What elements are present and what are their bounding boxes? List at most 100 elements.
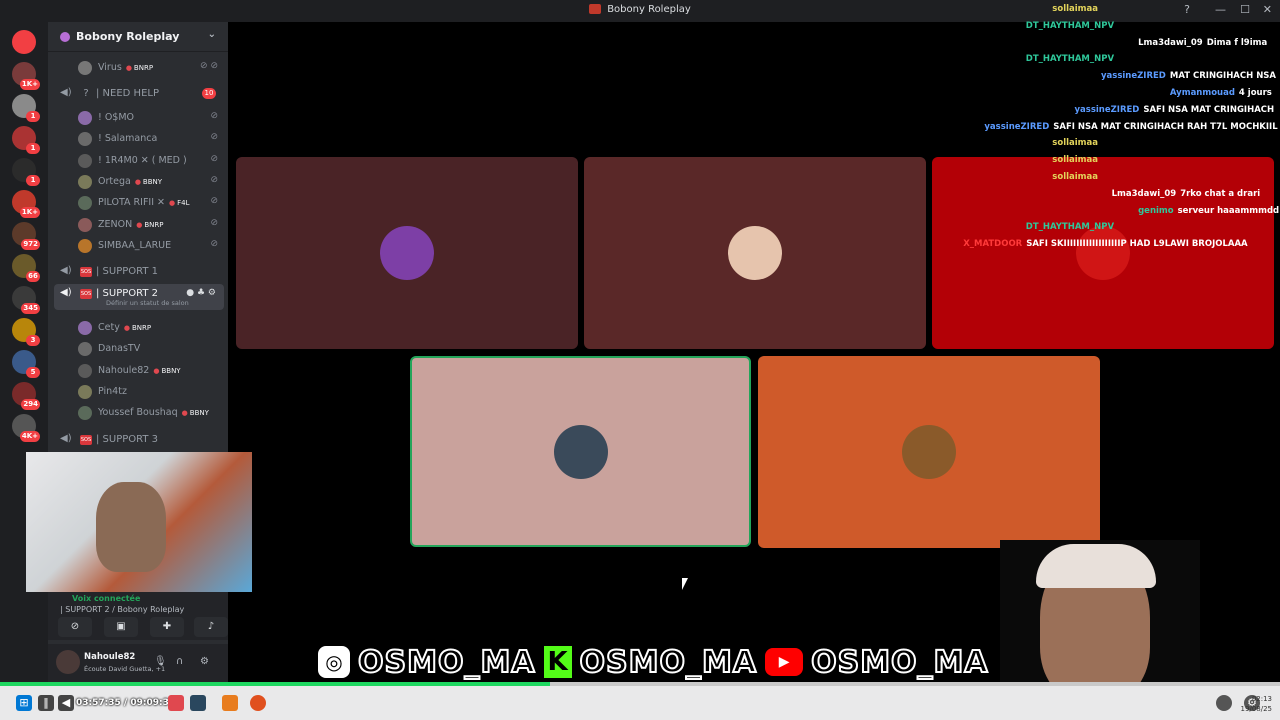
pause-icon[interactable]: ‖ <box>38 695 54 711</box>
microphone-icon[interactable]: 🎙 <box>154 656 167 667</box>
steam-icon[interactable] <box>190 695 206 711</box>
voice-channel-support-1[interactable]: ◀) SOS | SUPPORT 1 <box>48 262 228 282</box>
voice-tile[interactable] <box>758 356 1100 548</box>
instagram-icon: ◎ <box>318 646 350 678</box>
server-icon[interactable]: 1K+ <box>12 62 40 90</box>
chevron-down-icon[interactable]: ⌄ <box>208 29 216 40</box>
voice-tile[interactable] <box>584 157 926 349</box>
chat-username: Lma3dawi_09 <box>1138 37 1203 48</box>
server-icon[interactable]: 1 <box>12 158 40 186</box>
voice-member[interactable]: ! 1R4M0 ✕ ( MED ) ⊘ <box>48 151 228 171</box>
avatar <box>78 132 92 147</box>
server-icon[interactable]: 345 <box>12 286 40 314</box>
server-icon[interactable]: 1 <box>12 94 40 122</box>
chat-username: yassineZIRED <box>984 121 1050 132</box>
server-icon[interactable]: 4K+ <box>12 414 40 442</box>
avatar <box>78 196 92 211</box>
member-name: DanasTV <box>98 343 141 355</box>
avatar <box>78 153 92 168</box>
speaker-icon: ◀) <box>60 433 72 444</box>
volume-icon[interactable]: ◀ <box>58 695 74 711</box>
server-icon[interactable]: 5 <box>12 350 40 378</box>
guild-header[interactable]: Bobony Roleplay ⌄ <box>48 22 228 52</box>
webcam-person <box>96 482 166 572</box>
chat-message: genimo serveur haaammmdd <box>960 206 1279 222</box>
server-icon[interactable]: 1K+ <box>12 190 40 218</box>
member-tag: BBNY <box>135 178 162 186</box>
muted-icon: ⊘ <box>210 196 218 207</box>
avatar <box>78 217 92 232</box>
chat-message: DT_HAYTHAM_NPV <box>960 54 1276 70</box>
chat-username: Lma3dawi_09 <box>1111 188 1177 199</box>
voice-member[interactable]: Pin4tz <box>48 382 228 402</box>
server-icon[interactable]: 3 <box>12 318 40 346</box>
voice-member[interactable]: ZENONBNRP ⊘ <box>48 215 228 235</box>
app-icon[interactable] <box>168 695 184 711</box>
tray-icon[interactable] <box>1216 695 1232 711</box>
kick-handle: OSMO_MA <box>579 644 758 681</box>
member-name: SIMBAA_LARUE <box>98 239 172 251</box>
screen-share-button[interactable]: ▣ <box>104 617 138 637</box>
webcam-cap <box>1036 544 1156 588</box>
channel-status[interactable]: Définir un statut de salon <box>106 299 189 307</box>
voice-channel-need-help[interactable]: ◀) ? | NEED HELP 10 <box>48 84 228 104</box>
speaker-icon: ◀) <box>60 287 72 298</box>
chat-username: sollaimaa <box>1052 172 1099 182</box>
chat-message: Lma3dawi_09 7rko chat a drari <box>960 189 1276 205</box>
voice-member[interactable]: DanasTV <box>48 339 228 359</box>
notification-badge: 294 <box>21 399 40 410</box>
camera-off-button[interactable]: ⊘ <box>58 617 92 637</box>
app-icon[interactable] <box>222 695 238 711</box>
settings-icon[interactable]: ⚙ <box>200 656 209 667</box>
user-count-badge: 10 <box>202 88 216 99</box>
voice-channel-support-2[interactable]: ◀) SOS | SUPPORT 2 Définir un statut de … <box>54 284 224 310</box>
server-icon[interactable]: 1 <box>12 126 40 154</box>
avatar[interactable] <box>56 650 80 674</box>
direct-messages-icon[interactable] <box>12 30 36 54</box>
channel-actions-icon[interactable]: ● ♣ ⚙ <box>186 288 216 298</box>
social-banner: ◎ OSMO_MA K OSMO_MA ▶ OSMO_MA <box>318 643 989 681</box>
voice-member[interactable]: ! Salamanca ⊘ <box>48 129 228 149</box>
app-icon[interactable] <box>250 695 266 711</box>
voice-member[interactable]: PILOTA RIFII ✕ F4L ⊘ <box>48 193 228 213</box>
soundboard-button[interactable]: ♪ <box>194 617 228 637</box>
server-icon[interactable]: 66 <box>12 254 40 282</box>
chat-username: sollaimaa <box>1052 155 1099 166</box>
guild-icon <box>60 32 70 42</box>
chat-message: sollaimaa <box>960 155 1276 171</box>
server-icon[interactable]: 294 <box>12 382 40 410</box>
notification-badge: 345 <box>21 303 40 314</box>
avatar <box>78 174 92 189</box>
activity-button[interactable]: ✚ <box>150 617 184 637</box>
deafened-icon: ⊘ ⊘ <box>200 61 218 71</box>
chat-message: X_MATDOOR SAFI SKIIIIIIIIIIIIIIIIIIP HAD … <box>960 239 1276 255</box>
voice-member[interactable]: SIMBAA_LARUE ⊘ <box>48 236 228 256</box>
member-name: Youssef Boushaq <box>98 407 178 419</box>
voice-tile[interactable] <box>236 157 578 349</box>
voice-location[interactable]: | SUPPORT 2 / Bobony Roleplay <box>60 605 184 614</box>
voice-member[interactable]: VirusBNRP ⊘ ⊘ <box>48 58 228 78</box>
start-icon[interactable]: ⊞ <box>16 695 32 711</box>
voice-member[interactable]: Ortega BBNY ⊘ <box>48 172 228 192</box>
avatar <box>728 226 782 280</box>
kick-icon: K <box>543 646 572 678</box>
username: Nahoule82 <box>84 652 136 662</box>
voice-member[interactable]: Cety BNRP <box>48 318 228 338</box>
chat-message: Lma3dawi_09 Dima f l9ima <box>960 38 1276 54</box>
elapsed-time: 03:57:35 / 09:09:32 <box>76 698 176 708</box>
headphones-icon[interactable]: ∩ <box>176 656 183 667</box>
voice-channel-support-3[interactable]: ◀) SOS | SUPPORT 3 <box>48 430 228 450</box>
voice-connected-label: Voix connectée <box>72 594 141 603</box>
notification-badge: 3 <box>26 335 40 346</box>
youtube-handle: OSMO_MA <box>810 644 989 681</box>
voice-member[interactable]: Nahoule82BBNY <box>48 361 228 381</box>
avatar <box>78 111 92 125</box>
voice-member[interactable]: Youssef Boushaq BBNY <box>48 403 228 423</box>
chat-username: yassineZIRED <box>1101 71 1166 82</box>
chat-username: Aymanmouad <box>1169 88 1235 98</box>
voice-member[interactable]: ! O$MO ⊘ <box>48 108 228 128</box>
voice-tile-speaking[interactable] <box>410 356 751 547</box>
avatar <box>553 424 608 479</box>
server-icon[interactable]: 972 <box>12 222 40 250</box>
member-name: Pin4tz <box>98 385 127 397</box>
